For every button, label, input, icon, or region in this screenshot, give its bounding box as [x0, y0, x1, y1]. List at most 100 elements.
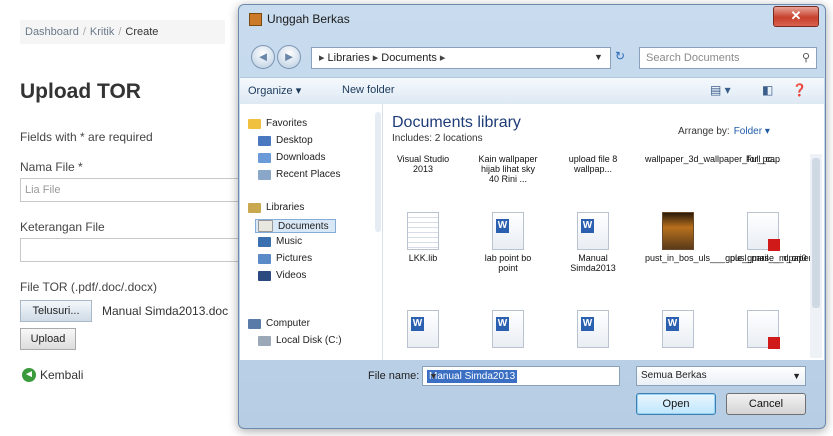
file-item[interactable]: upload file 8 wallpap...: [560, 154, 626, 174]
page-title: Upload TOR: [20, 80, 141, 103]
file-item[interactable]: [475, 310, 541, 351]
preview-pane-icon[interactable]: ◧: [762, 83, 773, 97]
forward-arrow-icon[interactable]: ►: [277, 45, 301, 69]
dialog-titlebar[interactable]: Unggah Berkas ✕: [239, 5, 825, 33]
cancel-button[interactable]: Cancel: [726, 393, 806, 415]
nav-documents[interactable]: Documents: [255, 219, 336, 233]
library-title: Documents library: [392, 114, 521, 131]
computer-icon: [248, 318, 261, 329]
file-item[interactable]: [730, 310, 796, 351]
library-subtitle: Includes: 2 locations: [392, 133, 483, 144]
chevron-down-icon[interactable]: ▼: [427, 370, 615, 383]
file-item[interactable]: Visual Studio 2013: [390, 154, 456, 174]
pdf-file-icon: [747, 310, 780, 349]
nav-label: Favorites: [266, 118, 308, 129]
file-name: Manual Simda2013: [570, 253, 616, 273]
upload-button[interactable]: Upload: [20, 328, 76, 350]
refresh-icon[interactable]: ↻: [615, 49, 625, 63]
breadcrumb-kritik[interactable]: Kritik: [90, 26, 114, 38]
file-item[interactable]: [390, 310, 456, 351]
nav-music[interactable]: Music: [258, 236, 302, 247]
file-name: pusl_parse_m_ori0: [730, 253, 807, 263]
browse-button[interactable]: Telusuri...: [20, 300, 92, 322]
arrange-by-value[interactable]: Folder ▾: [734, 126, 770, 137]
file-item[interactable]: lab point bo point: [475, 212, 541, 273]
nav-scrollbar[interactable]: [375, 112, 381, 232]
nav-label: Videos: [276, 270, 307, 281]
word-document-icon: [662, 310, 694, 348]
path-breadcrumb[interactable]: ▸ Libraries ▸ Documents ▸: [311, 47, 611, 69]
text-file-icon: [407, 212, 439, 250]
nav-desktop[interactable]: Desktop: [258, 135, 313, 146]
file-item[interactable]: pust_in_bos_uls___gple_gmail___dpaper_..…: [645, 212, 810, 263]
music-icon: [258, 236, 271, 247]
image-file-icon: [662, 212, 694, 250]
file-item[interactable]: [560, 310, 626, 351]
nav-recent-places[interactable]: Recent Places: [258, 169, 340, 180]
nav-label: Pictures: [276, 253, 313, 264]
file-item[interactable]: LKK.lib: [390, 212, 456, 263]
word-document-icon: [492, 212, 524, 250]
recent-places-icon: [258, 169, 271, 180]
search-icon: ⚲: [801, 52, 810, 64]
nav-computer[interactable]: Computer: [248, 318, 310, 329]
search-input[interactable]: Search Documents ⚲: [639, 47, 817, 69]
close-button[interactable]: ✕: [773, 6, 819, 27]
chevron-right-icon: ▸: [372, 52, 379, 64]
chevron-right-icon: ▸: [439, 52, 446, 64]
nav-pictures[interactable]: Pictures: [258, 253, 312, 264]
downloads-icon: [258, 152, 271, 163]
nav-label: Music: [276, 236, 303, 247]
star-icon: [248, 118, 261, 129]
drive-icon: [258, 335, 271, 346]
filename-input[interactable]: Manual Simda2013 ▼: [422, 366, 620, 386]
arrange-by-label: Arrange by:: [678, 126, 730, 137]
keterangan-file-input[interactable]: [20, 238, 245, 262]
file-name: upload file 8 wallpap...: [568, 154, 618, 174]
file-item[interactable]: Full_cap: [730, 154, 796, 164]
nama-file-input[interactable]: Lia File: [20, 178, 245, 202]
arrange-by[interactable]: Arrange by: Folder ▾: [678, 126, 770, 137]
nav-libraries[interactable]: Libraries: [248, 202, 304, 213]
pictures-icon: [258, 253, 271, 264]
filename-label: File name:: [368, 370, 420, 382]
new-folder-button[interactable]: New folder: [342, 84, 395, 96]
arrow-left-icon: ◄: [22, 368, 36, 382]
nav-local-disk[interactable]: Local Disk (C:): [258, 335, 342, 346]
path-documents[interactable]: Documents: [381, 52, 437, 64]
file-item[interactable]: Kain wallpaper hijab lihat sky 40 Rini .…: [475, 154, 541, 184]
filetype-select[interactable]: Semua Berkas ▼: [636, 366, 806, 386]
back-arrow-icon[interactable]: ◄: [251, 45, 275, 69]
nav-favorites[interactable]: Favorites: [248, 118, 307, 129]
search-placeholder: Search Documents: [646, 52, 740, 64]
filetype-value: Semua Berkas: [641, 370, 707, 381]
word-document-icon: [577, 310, 609, 348]
path-dropdown-icon[interactable]: ▼: [594, 52, 603, 62]
file-item[interactable]: Manual Simda2013: [560, 212, 626, 273]
word-document-icon: [407, 310, 439, 348]
navigation-pane: Favorites Desktop Downloads Recent Place…: [240, 104, 383, 360]
breadcrumb-dashboard[interactable]: Dashboard: [25, 26, 79, 38]
required-note: Fields with * are required: [20, 130, 153, 144]
path-libraries[interactable]: Libraries: [328, 52, 370, 64]
pdf-file-icon: [747, 212, 780, 251]
scroll-thumb[interactable]: [812, 158, 820, 308]
chosen-file-name: Manual Simda2013.doc: [102, 304, 229, 318]
breadcrumb-current: Create: [125, 26, 159, 38]
help-icon[interactable]: ❓: [792, 83, 807, 97]
address-bar: ◄ ► ▸ Libraries ▸ Documents ▸ ▼ ↻ Search Doc…: [247, 45, 819, 71]
nav-videos[interactable]: Videos: [258, 270, 306, 281]
file-item[interactable]: wallpaper_3d_wallpaper_for_pc...: [645, 154, 780, 164]
file-item[interactable]: [645, 310, 711, 351]
file-scrollbar[interactable]: [810, 154, 822, 358]
open-button[interactable]: Open: [636, 393, 716, 415]
file-upload-dialog: Unggah Berkas ✕ ◄ ► ▸ Libraries ▸ Documents…: [238, 4, 826, 429]
dialog-footer: File name: Manual Simda2013 ▼ Semua Berk…: [240, 361, 824, 427]
organize-button[interactable]: Organize ▾: [248, 84, 301, 97]
back-link[interactable]: ◄ Kembali: [22, 368, 83, 382]
change-view-icon[interactable]: ▤ ▾: [710, 83, 731, 97]
nav-downloads[interactable]: Downloads: [258, 152, 325, 163]
file-item[interactable]: pusl_parse_m_ori0: [730, 212, 807, 263]
breadcrumb: Dashboard / Kritik / Create: [20, 20, 225, 44]
library-header: Documents library Includes: 2 locations: [392, 114, 521, 144]
